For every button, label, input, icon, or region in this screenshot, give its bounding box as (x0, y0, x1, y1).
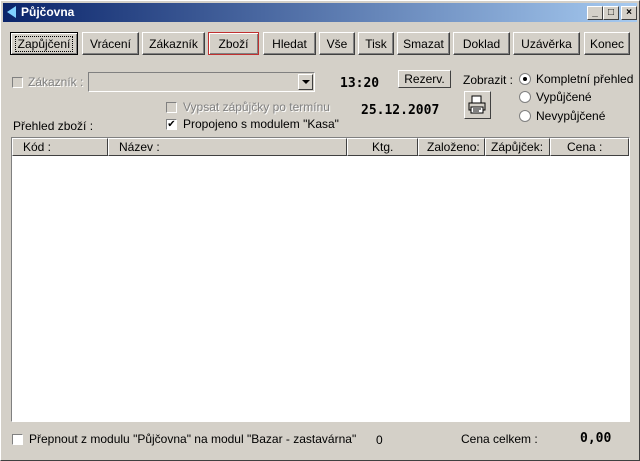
uzaverka-button[interactable]: Uzávěrka (513, 32, 580, 55)
tisk-button[interactable]: Tisk (358, 32, 394, 55)
smazat-button[interactable]: Smazat (397, 32, 450, 55)
maximize-button[interactable]: □ (603, 6, 619, 20)
chevron-down-icon[interactable] (298, 74, 313, 90)
close-button[interactable]: × (621, 6, 637, 20)
radio-not-borrowed-label: Nevypůjčené (536, 109, 606, 123)
minimize-button[interactable]: _ (587, 6, 603, 20)
date-display: 25.12.2007 (361, 103, 440, 118)
radio-complete-label: Kompletní přehled (536, 72, 634, 86)
column-cena[interactable]: Cena : (550, 138, 629, 156)
total-value: 0,00 (580, 431, 612, 446)
column-zapujcek[interactable]: Zápůjček: (485, 138, 550, 156)
radio-borrowed-label: Vypůjčené (536, 90, 592, 104)
column-zalozeno[interactable]: Založeno: (418, 138, 485, 156)
hledat-button[interactable]: Hledat (263, 32, 316, 55)
radio-not-borrowed[interactable] (519, 110, 531, 122)
column-kod[interactable]: Kód : (12, 138, 108, 156)
column-ktg[interactable]: Ktg. (347, 138, 418, 156)
linked-label: Propojeno s modulem "Kasa" (183, 117, 339, 131)
vraceni-button[interactable]: Vrácení (82, 32, 139, 55)
list-due-checkbox[interactable] (166, 102, 177, 113)
switch-module-checkbox[interactable] (12, 434, 23, 445)
list-due-label: Vypsat zápůjčky po termínu (183, 100, 330, 114)
zapujceni-button[interactable]: Zapůjčení (10, 32, 78, 55)
doklad-button[interactable]: Doklad (453, 32, 510, 55)
vse-button[interactable]: Vše (319, 32, 355, 55)
title-bar[interactable]: Půjčovna _ □ × (3, 3, 637, 22)
print-button[interactable] (464, 91, 491, 119)
goods-table[interactable]: Kód : Název : Ktg. Založeno: Zápůjček: C… (11, 137, 630, 422)
item-count: 0 (376, 433, 383, 447)
customer-label: Zákazník : (28, 75, 84, 89)
window-title: Půjčovna (21, 5, 75, 19)
linked-checkbox[interactable]: ✔ (166, 119, 177, 130)
konec-button[interactable]: Konec (584, 32, 630, 55)
customer-checkbox[interactable] (12, 77, 23, 88)
zbozi-button[interactable]: Zboží (208, 32, 259, 55)
app-arrow-icon (7, 6, 16, 18)
show-label: Zobrazit : (463, 73, 514, 87)
rezerv-button[interactable]: Rezerv. (398, 70, 451, 88)
radio-borrowed[interactable] (519, 91, 531, 103)
overview-label: Přehled zboží : (13, 119, 94, 133)
time-display: 13:20 (340, 76, 380, 91)
zakaznik-button[interactable]: Zákazník (142, 32, 205, 55)
app-window: Půjčovna _ □ × Zapůjčení Vrácení Zákazní… (0, 0, 640, 461)
radio-complete[interactable] (519, 73, 531, 85)
printer-icon (468, 95, 486, 114)
total-label: Cena celkem : (461, 432, 538, 446)
switch-module-label: Přepnout z modulu "Půjčovna" na modul "B… (29, 432, 357, 446)
customer-combobox[interactable] (88, 72, 315, 92)
column-nazev[interactable]: Název : (108, 138, 347, 156)
